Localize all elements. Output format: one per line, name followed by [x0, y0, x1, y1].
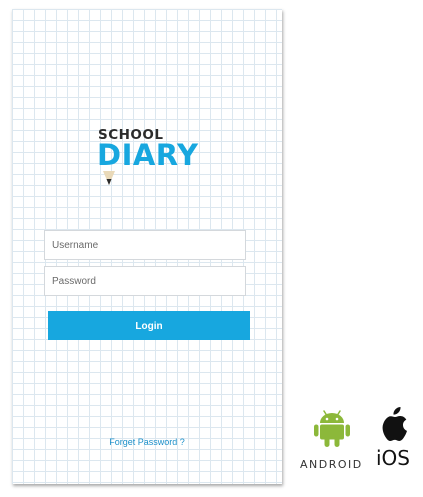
- school-diary-logo: SCHOOL DIARY: [97, 127, 208, 199]
- android-badge: ANDROID: [298, 410, 368, 474]
- password-input[interactable]: [44, 266, 246, 296]
- apple-icon: [382, 407, 407, 441]
- stage: SCHOOL DIARY Login Forget Password ?: [0, 0, 423, 497]
- ios-label: iOS: [376, 446, 410, 470]
- phone-screen: SCHOOL DIARY Login Forget Password ?: [12, 9, 282, 484]
- forgot-password-link[interactable]: Forget Password ?: [12, 437, 282, 447]
- android-robot-icon: [314, 410, 350, 447]
- android-label: ANDROID: [300, 458, 363, 471]
- ios-badge: iOS: [372, 406, 420, 474]
- username-input[interactable]: [44, 230, 246, 260]
- pencil-icon: [103, 171, 115, 185]
- login-button[interactable]: Login: [48, 311, 250, 340]
- logo-diary-text: DIARY: [97, 138, 199, 172]
